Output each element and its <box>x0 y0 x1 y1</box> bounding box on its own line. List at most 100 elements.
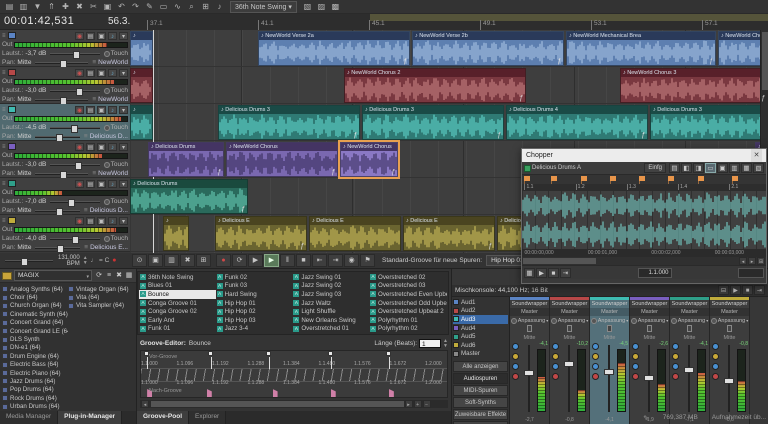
fx-dropdown-icon[interactable]: ▾ <box>119 106 128 114</box>
fader-thumb[interactable] <box>524 370 534 376</box>
track-device-name[interactable]: NewWorld <box>98 59 128 66</box>
audio-clip[interactable]: ♪ NewWorld Chorus ƒ <box>226 142 338 177</box>
groove-item[interactable]: AJazz Swing 01 <box>292 273 369 282</box>
track-header[interactable]: ≡ ◉ ▤ ▣ ♪ ▾ Out Lautst.: <box>0 30 130 67</box>
mixer-channel-row[interactable]: Aud5 <box>453 332 508 341</box>
groove-item[interactable]: AOverstretched 01 <box>292 324 369 333</box>
plugin-item[interactable]: Rock Drums (64) <box>2 394 68 402</box>
fx-icon[interactable] <box>632 353 639 360</box>
mixer-strip[interactable]: Soundwrapper Master Anpassung▾ Mitte -4 <box>590 297 630 424</box>
groove-item[interactable]: AHip Hop 03 <box>216 316 293 325</box>
volume-slider[interactable] <box>50 164 99 166</box>
volume-value[interactable]: -7,0 dB <box>25 198 46 205</box>
transport-button[interactable]: ‖ <box>280 254 295 267</box>
record-icon[interactable] <box>512 373 519 380</box>
toolbar-icon[interactable]: ♪ <box>213 1 226 13</box>
audio-clip[interactable]: ♪ ƒ <box>130 105 153 140</box>
chopper-marker-flag[interactable] <box>581 176 587 181</box>
pre-groove-marker[interactable] <box>208 351 213 356</box>
groove-item[interactable]: AConga Groove 01 <box>139 299 216 308</box>
chopper-scroll-icon[interactable]: ◂ <box>739 257 747 265</box>
solo-icon[interactable]: ▣ <box>97 143 106 151</box>
mixer-filter-button[interactable]: Audiospuren <box>453 373 508 384</box>
groove-scrollbar[interactable]: ◂ ▸ + − <box>140 400 448 408</box>
post-groove-marker[interactable] <box>207 389 212 397</box>
pan-slider[interactable] <box>35 247 80 249</box>
fader-thumb[interactable] <box>724 378 734 384</box>
track-header[interactable]: ≡ ◉ ▤ ▣ ♪ ▾ Out Lautst.: <box>0 141 130 178</box>
groove-item[interactable]: AJazz 3-4 <box>216 324 293 333</box>
record-arm-icon[interactable]: ◉ <box>75 106 84 114</box>
transport-button[interactable]: ▶ <box>248 254 263 267</box>
key-display[interactable]: ♩ = C <box>91 257 110 264</box>
audio-clip[interactable]: ♪ NewWorld Chorus 2 ƒ <box>344 68 526 103</box>
browser-toolbar-icon[interactable]: ≡ <box>104 271 114 281</box>
groove-item[interactable]: A36th Note Swing <box>139 273 216 282</box>
chopper-toolbar-icon[interactable]: ▥ <box>729 163 740 173</box>
mixer-filter-button[interactable]: Soft-Synths <box>453 397 508 408</box>
audio-clip[interactable]: ♪ Delicious E ƒ <box>403 216 495 251</box>
chopper-window[interactable]: Chopper ✕ Delicious Drums A Einfg ▤◧◨▭▣▥… <box>521 148 767 284</box>
groove-editor[interactable]: Vor-Groove 1.1.0001.1.0961.1.1921.1.2881… <box>140 350 448 398</box>
track-device-name[interactable]: Delicious D... <box>90 133 128 140</box>
chopper-scroll-thumb[interactable] <box>523 258 596 264</box>
transport-button[interactable]: ⇥ <box>328 254 343 267</box>
pan-slider[interactable] <box>35 210 79 212</box>
clip-fx-icon[interactable]: ƒ <box>300 243 304 250</box>
plugin-item[interactable]: Pop Drums (64) <box>2 386 68 394</box>
groove-item[interactable]: AOverstretched Upbeat 2 <box>369 307 447 316</box>
groove-item[interactable]: AHip Hop 02 <box>216 307 293 316</box>
post-groove-marker[interactable] <box>273 389 278 397</box>
solo-icon[interactable]: ▣ <box>97 106 106 114</box>
phones-icon[interactable] <box>632 343 639 350</box>
fader-thumb[interactable] <box>564 361 574 367</box>
fx-icon[interactable] <box>552 353 559 360</box>
plugin-item[interactable]: Church Organ (64) <box>2 302 68 310</box>
strip-plugin-name[interactable]: Soundwrapper <box>710 300 749 308</box>
browser-tab[interactable]: Plug-in-Manager <box>58 411 122 424</box>
plugin-item[interactable]: Choir (64) <box>2 293 68 301</box>
chopper-toolbar-icon[interactable]: ◨ <box>693 163 704 173</box>
fader-thumb[interactable] <box>684 367 694 373</box>
groove-scroll-thumb[interactable] <box>151 401 404 407</box>
transport-button[interactable]: ⚑ <box>360 254 375 267</box>
record-icon[interactable] <box>592 373 599 380</box>
mute-icon[interactable]: ▤ <box>86 69 95 77</box>
post-groove-marker[interactable] <box>331 389 336 397</box>
plugin-item[interactable]: Cinematic Synth (64) <box>2 310 68 318</box>
edit-tool-button[interactable]: ⊞ <box>196 254 211 267</box>
edit-tool-button[interactable]: ✖ <box>180 254 195 267</box>
output-icon[interactable]: ♪ <box>108 106 117 114</box>
toolbar-icon[interactable]: ✚ <box>59 1 72 13</box>
track-header[interactable]: ≡ ◉ ▤ ▣ ♪ ▾ Out Lautst.: <box>0 104 130 141</box>
volume-value[interactable]: -3,7 dB <box>25 50 46 57</box>
audio-clip[interactable]: ♪ Delicious Drums ƒ <box>130 179 248 214</box>
output-icon[interactable]: ♪ <box>108 69 117 77</box>
phones-icon[interactable] <box>512 343 519 350</box>
fx-icon[interactable] <box>672 353 679 360</box>
volume-value[interactable]: -3,0 dB <box>25 87 46 94</box>
vscroll-thumb[interactable] <box>762 32 768 90</box>
fx-dropdown-icon[interactable]: ▾ <box>119 143 128 151</box>
zoom-out-icon[interactable]: − <box>423 400 431 408</box>
record-arm-icon[interactable]: ◉ <box>75 69 84 77</box>
audio-clip[interactable]: ♪ Delicious E ƒ <box>309 216 401 251</box>
plugin-item[interactable]: Vita (64) <box>68 293 134 301</box>
clip-fx-icon[interactable]: ƒ <box>353 132 357 139</box>
mixer-strip[interactable]: Soundwrapper Master Anpassung▾ Mitte -4 <box>510 297 550 424</box>
transport-button[interactable]: ▶ <box>264 254 279 267</box>
pan-value[interactable]: Mitte <box>17 244 31 251</box>
clip-fx-icon[interactable]: ƒ <box>331 169 335 176</box>
audio-clip[interactable]: ♪ ƒ <box>163 216 189 251</box>
groove-item[interactable]: ANew Orleans Swing <box>292 316 369 325</box>
toolbar-icon[interactable]: ✎ <box>143 1 156 13</box>
solo-icon[interactable]: ▣ <box>97 32 106 40</box>
groove-item[interactable]: AOverstretched 02 <box>369 273 447 282</box>
clip-fx-icon[interactable]: ƒ <box>641 132 645 139</box>
pan-value[interactable]: Mitte <box>17 96 31 103</box>
mute-icon[interactable]: ▤ <box>86 106 95 114</box>
chopper-marker-flag[interactable] <box>732 176 738 181</box>
chopper-transport-icon[interactable]: ⇥ <box>560 268 571 278</box>
plugin-item[interactable]: Drum Engine (64) <box>2 352 68 360</box>
mixer-channel-row[interactable]: Aud2 <box>453 307 508 316</box>
